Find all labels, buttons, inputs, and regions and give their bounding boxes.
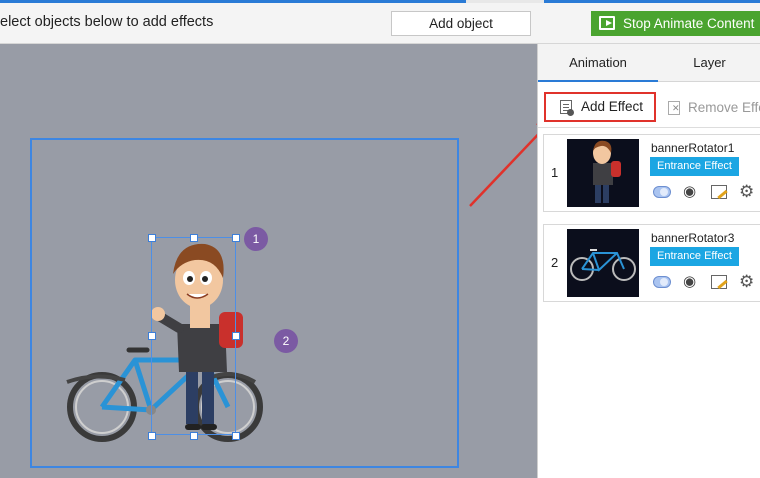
add-effect-label: Add Effect xyxy=(581,99,644,114)
add-effect-button[interactable]: Add Effect xyxy=(544,92,656,122)
resize-handle-right[interactable] xyxy=(232,332,240,340)
stop-animate-content-button[interactable]: Stop Animate Content xyxy=(591,11,760,36)
animation-panel: Animation Layer Add Effect Remove Effe 1… xyxy=(537,44,760,478)
top-toolbar: elect objects below to add effects Add o… xyxy=(0,0,760,44)
title-accent-line xyxy=(0,0,760,3)
effect-row-actions: ◉ ⚙ xyxy=(653,183,760,201)
effect-object-name: bannerRotator3 xyxy=(651,231,735,245)
object-badge-2[interactable]: 2 xyxy=(274,329,298,353)
tab-animation[interactable]: Animation xyxy=(538,44,658,82)
stop-animate-label: Stop Animate Content xyxy=(623,16,755,31)
toggle-icon[interactable] xyxy=(653,276,671,288)
effect-row-index: 2 xyxy=(551,255,559,270)
stop-animate-icon xyxy=(599,16,615,30)
toggle-icon[interactable] xyxy=(653,186,671,198)
resize-handle-top-right[interactable] xyxy=(232,234,240,242)
effect-object-name: bannerRotator1 xyxy=(651,141,735,155)
remove-effect-icon xyxy=(668,101,680,115)
resize-handle-top[interactable] xyxy=(190,234,198,242)
effect-row[interactable]: 1 bannerRotator1 Entrance Effect ◉ ⚙ xyxy=(543,134,760,212)
object-badge-1[interactable]: 1 xyxy=(244,227,268,251)
add-object-button[interactable]: Add object xyxy=(391,11,531,36)
entrance-effect-badge[interactable]: Entrance Effect xyxy=(650,247,739,266)
resize-handle-bottom-right[interactable] xyxy=(232,432,240,440)
gear-icon[interactable]: ⚙ xyxy=(739,273,754,291)
panel-tabs: Animation Layer xyxy=(538,44,760,82)
effect-row-index: 1 xyxy=(551,165,559,180)
instruction-text: elect objects below to add effects xyxy=(0,14,214,30)
resize-handle-bottom[interactable] xyxy=(190,432,198,440)
entrance-effect-badge[interactable]: Entrance Effect xyxy=(650,157,739,176)
effect-thumbnail xyxy=(567,229,639,297)
effect-row[interactable]: 2 bannerRotator3 Entrance Effect ◉ ⚙ xyxy=(543,224,760,302)
edit-icon[interactable] xyxy=(711,275,727,289)
effect-row-actions: ◉ ⚙ xyxy=(653,273,760,291)
selection-box[interactable] xyxy=(151,237,236,435)
effect-thumbnail xyxy=(567,139,639,207)
eye-icon[interactable]: ◉ xyxy=(683,183,696,201)
remove-effect-button[interactable]: Remove Effe xyxy=(666,96,760,120)
resize-handle-bottom-left[interactable] xyxy=(148,432,156,440)
eye-icon[interactable]: ◉ xyxy=(683,273,696,291)
edit-icon[interactable] xyxy=(711,185,727,199)
panel-divider xyxy=(538,127,760,128)
gear-icon[interactable]: ⚙ xyxy=(739,183,754,201)
resize-handle-left[interactable] xyxy=(148,332,156,340)
tab-layer[interactable]: Layer xyxy=(658,44,760,82)
add-effect-icon xyxy=(560,100,574,116)
resize-handle-top-left[interactable] xyxy=(148,234,156,242)
remove-effect-label: Remove Effe xyxy=(688,100,760,115)
